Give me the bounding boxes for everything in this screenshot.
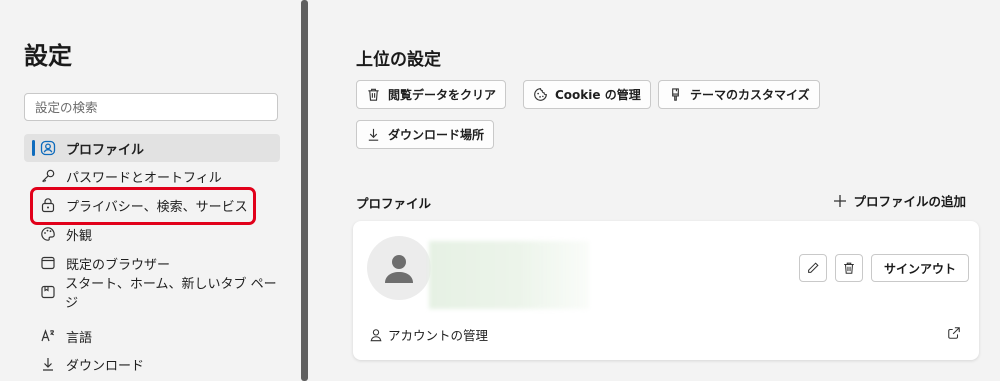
add-profile-button[interactable]: プロファイルの追加	[833, 191, 966, 210]
top-settings-title: 上位の設定	[356, 50, 441, 70]
sidebar-item-downloads[interactable]: ダウンロード	[24, 350, 280, 378]
customize-theme-button[interactable]: テーマのカスタマイズ	[658, 80, 820, 109]
start-page-icon	[38, 284, 57, 300]
language-icon	[38, 328, 58, 344]
sidebar: 設定 プロファイル パスワードとオートフィル プライバシー、検索、サービス 外観…	[0, 0, 301, 381]
sidebar-item-profile[interactable]: プロファイル	[24, 134, 280, 162]
external-link-icon[interactable]	[947, 326, 961, 340]
sidebar-item-label: スタート、ホーム、新しいタブ ページ	[65, 277, 277, 311]
person-outline-icon	[369, 328, 383, 342]
sidebar-item-label: プロファイル	[66, 142, 145, 158]
sidebar-item-label: ダウンロード	[66, 358, 145, 374]
browser-window-icon	[38, 255, 58, 271]
palette-icon	[38, 226, 58, 242]
download-location-button[interactable]: ダウンロード場所	[356, 120, 495, 149]
sidebar-item-label: 言語	[66, 330, 93, 346]
avatar	[367, 236, 431, 300]
profile-icon	[38, 140, 58, 156]
download-icon	[38, 356, 58, 372]
sidebar-item-appearance[interactable]: 外観	[24, 220, 280, 248]
chip-label: 閲覧データをクリア	[388, 88, 497, 102]
sidebar-item-label: 外観	[66, 228, 93, 244]
sidebar-item-label: パスワードとオートフィル	[66, 170, 222, 186]
clear-browsing-data-button[interactable]: 閲覧データをクリア	[356, 80, 507, 109]
sidebar-item-language[interactable]: 言語	[24, 322, 280, 350]
person-icon	[385, 255, 413, 283]
sidebar-item-passwords[interactable]: パスワードとオートフィル	[24, 162, 280, 190]
search-input[interactable]	[24, 93, 278, 121]
edit-profile-button[interactable]	[799, 254, 827, 282]
page-title: 設定	[24, 42, 72, 70]
sidebar-item-label: 既定のブラウザー	[66, 257, 171, 273]
add-profile-label: プロファイルの追加	[853, 194, 966, 209]
trash-icon	[366, 87, 381, 102]
manage-cookies-button[interactable]: Cookie の管理	[523, 80, 651, 109]
chip-label: ダウンロード場所	[388, 128, 485, 142]
pencil-icon	[808, 262, 819, 273]
delete-profile-button[interactable]	[835, 254, 863, 282]
key-icon	[38, 168, 58, 184]
cookie-icon	[533, 87, 548, 102]
chip-label: テーマのカスタマイズ	[690, 88, 810, 102]
sign-out-button[interactable]: サインアウト	[871, 254, 969, 282]
manage-account-link[interactable]: アカウントの管理	[369, 325, 488, 344]
redacted-profile-name	[429, 241, 589, 309]
profile-card: サインアウト アカウントの管理	[353, 221, 979, 360]
manage-account-label: アカウントの管理	[388, 328, 489, 343]
plus-icon	[833, 194, 847, 208]
profile-section-title: プロファイル	[356, 196, 432, 211]
sidebar-scrollbar[interactable]	[301, 0, 308, 381]
download-icon	[366, 127, 381, 142]
trash-icon	[844, 262, 854, 274]
sidebar-item-start-home[interactable]: スタート、ホーム、新しいタブ ページ	[24, 277, 280, 311]
chip-label: Cookie の管理	[555, 88, 641, 102]
brush-icon	[668, 87, 683, 102]
